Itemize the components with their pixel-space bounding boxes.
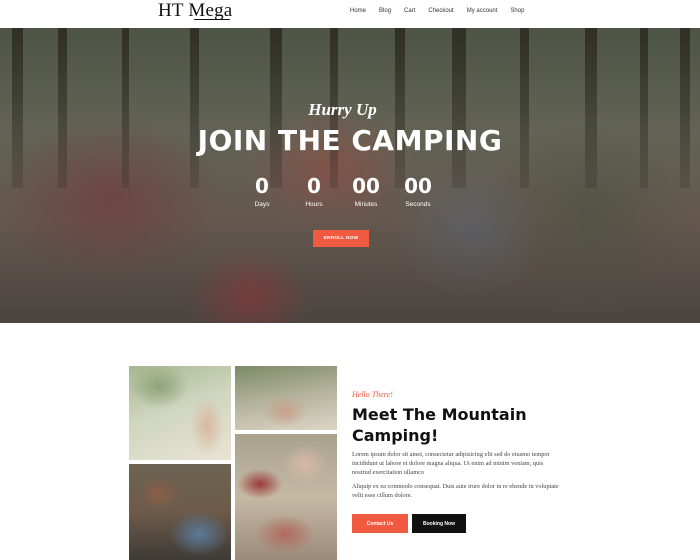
camping-photo-4 [235,434,337,560]
countdown-seconds-label: Seconds [405,201,431,208]
nav-blog[interactable]: Blog [379,8,391,14]
hero-subtitle-wrap: Hurry Up [0,100,700,120]
intro-eyebrow: Hello There! [352,390,393,399]
hero-title: JOIN THE CAMPING [197,124,503,157]
countdown-hours-value: 0 [307,174,321,198]
countdown-hours-label: Hours [305,201,323,208]
camping-photo-1 [129,366,231,460]
countdown-minutes: 00 Minutes [340,174,392,208]
contact-us-button[interactable]: Contact Us [352,514,408,533]
countdown-hours: 0 Hours [288,174,340,208]
intro-paragraph-1: Lorem ipsum dolor sit amet, consectetur … [352,451,550,476]
hero-subtitle: Hurry Up [308,100,377,119]
countdown-days: 0 Days [236,174,288,208]
logo-mega: Mega [188,0,233,21]
countdown-seconds-value: 00 [404,174,432,198]
site-header: HT Mega Home Blog Cart Checkout My accou… [0,0,700,28]
logo-ht: HT [158,0,184,21]
countdown-days-value: 0 [255,174,269,198]
nav-my-account[interactable]: My account [467,8,498,14]
countdown-timer: 0 Days 0 Hours 00 Minutes 00 Seconds [236,174,444,208]
booking-now-button[interactable]: Booking Now [412,514,466,533]
nav-cart[interactable]: Cart [404,8,415,14]
enroll-now-button[interactable]: ENROLL NOW [313,230,369,247]
nav-home[interactable]: Home [350,8,366,14]
main-nav: Home Blog Cart Checkout My account Shop [350,8,537,14]
intro-title: Meet The Mountain Camping! [352,405,527,445]
nav-checkout[interactable]: Checkout [428,8,453,14]
hero-banner: Hurry Up JOIN THE CAMPING 0 Days 0 Hours… [0,28,700,323]
nav-shop[interactable]: Shop [510,8,524,14]
countdown-days-label: Days [254,201,270,208]
countdown-seconds: 00 Seconds [392,174,444,208]
camping-photo-2 [235,366,337,430]
countdown-minutes-label: Minutes [354,201,378,208]
intro-paragraph-2: Aliquip ex ea commodo consequat. Duis au… [352,483,559,499]
camping-photo-3 [129,464,231,560]
countdown-minutes-value: 00 [352,174,380,198]
site-logo[interactable]: HT Mega [158,0,232,22]
